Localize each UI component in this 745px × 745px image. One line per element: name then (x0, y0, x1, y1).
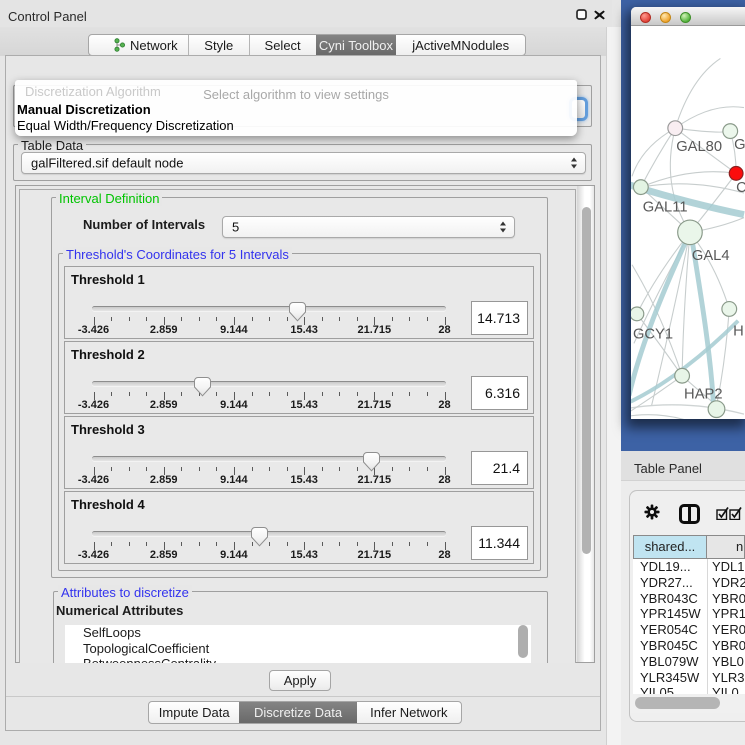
svg-text:GA: GA (734, 137, 745, 153)
svg-text:CD: CD (736, 180, 745, 196)
svg-text:HI: HI (733, 323, 745, 339)
svg-text:GAL80: GAL80 (676, 139, 722, 155)
svg-text:GCY1: GCY1 (633, 326, 673, 342)
svg-text:GAL11: GAL11 (643, 200, 688, 216)
svg-text:HAP2: HAP2 (684, 386, 722, 402)
svg-text:GAL4: GAL4 (692, 248, 730, 264)
